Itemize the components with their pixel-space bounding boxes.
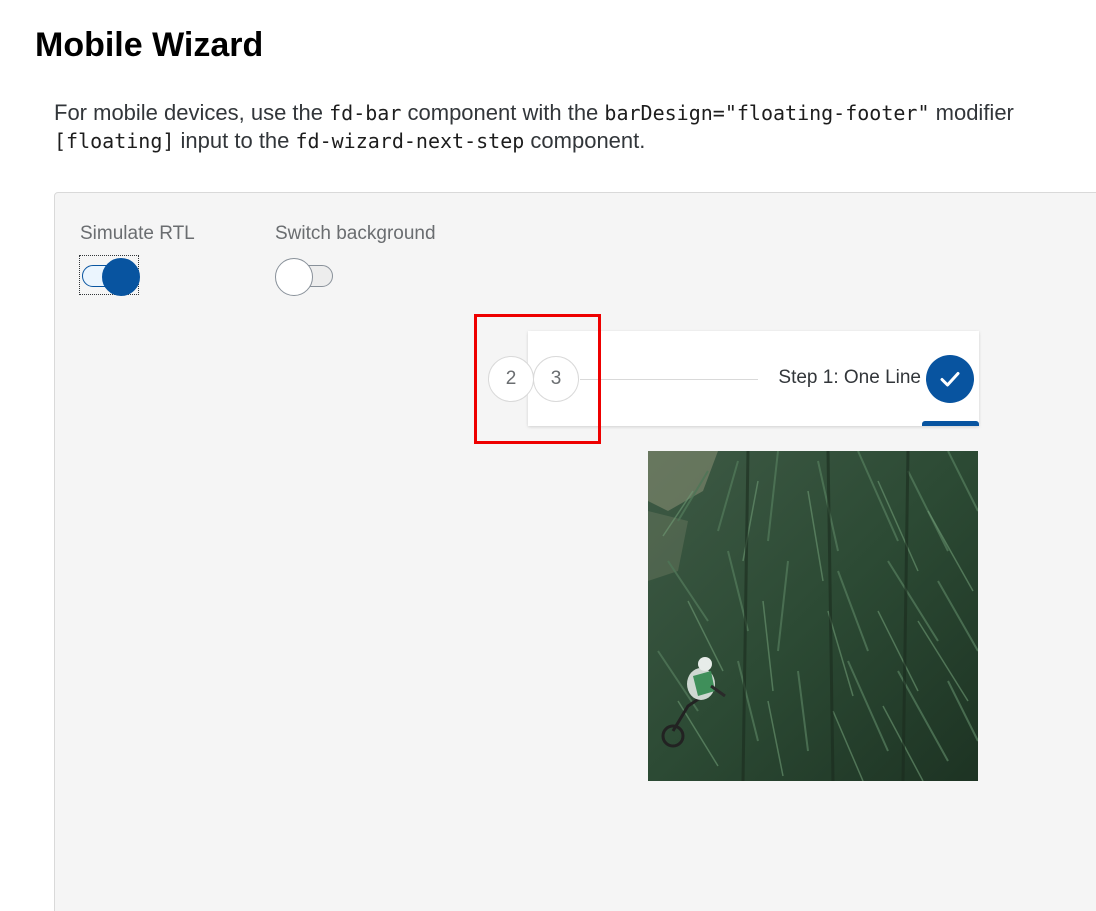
forest-mountain-biker-image: [648, 451, 978, 781]
description: For mobile devices, use the fd-bar compo…: [54, 99, 1014, 155]
example-container: Simulate RTL Switch background 2 3 Step …: [54, 192, 1096, 911]
description-line-2: [floating] input to the fd-wizard-next-s…: [54, 127, 1014, 155]
highlight-annotation-box: [474, 314, 601, 444]
description-text: modifier: [929, 100, 1014, 125]
switch-knob: [102, 258, 140, 296]
code-snippet: fd-wizard-next-step: [295, 129, 525, 153]
page-title: Mobile Wizard: [35, 26, 264, 64]
current-step-indicator: [922, 421, 979, 426]
switch-background-switch[interactable]: [275, 256, 333, 296]
step-connector: [580, 379, 758, 380]
switch-background-control: Switch background: [275, 223, 436, 296]
simulate-rtl-control: Simulate RTL: [79, 223, 195, 296]
description-line-1: For mobile devices, use the fd-bar compo…: [54, 99, 1014, 127]
description-text: input to the: [174, 128, 296, 153]
page: Mobile Wizard For mobile devices, use th…: [0, 0, 1096, 911]
wizard-step-1[interactable]: [926, 355, 974, 403]
description-text: component.: [524, 128, 646, 153]
description-text: For mobile devices, use the: [54, 100, 330, 125]
checkmark-icon: [940, 372, 960, 387]
current-step-label: Step 1: One Line: [778, 367, 921, 388]
description-text: component with the: [401, 100, 605, 125]
code-snippet: [floating]: [54, 129, 175, 153]
code-snippet: barDesign="floating-footer": [604, 101, 930, 125]
simulate-rtl-switch[interactable]: [79, 255, 140, 296]
simulate-rtl-label: Simulate RTL: [80, 223, 195, 244]
code-snippet: fd-bar: [329, 101, 402, 125]
switch-background-label: Switch background: [275, 223, 436, 244]
switch-knob: [275, 258, 313, 296]
